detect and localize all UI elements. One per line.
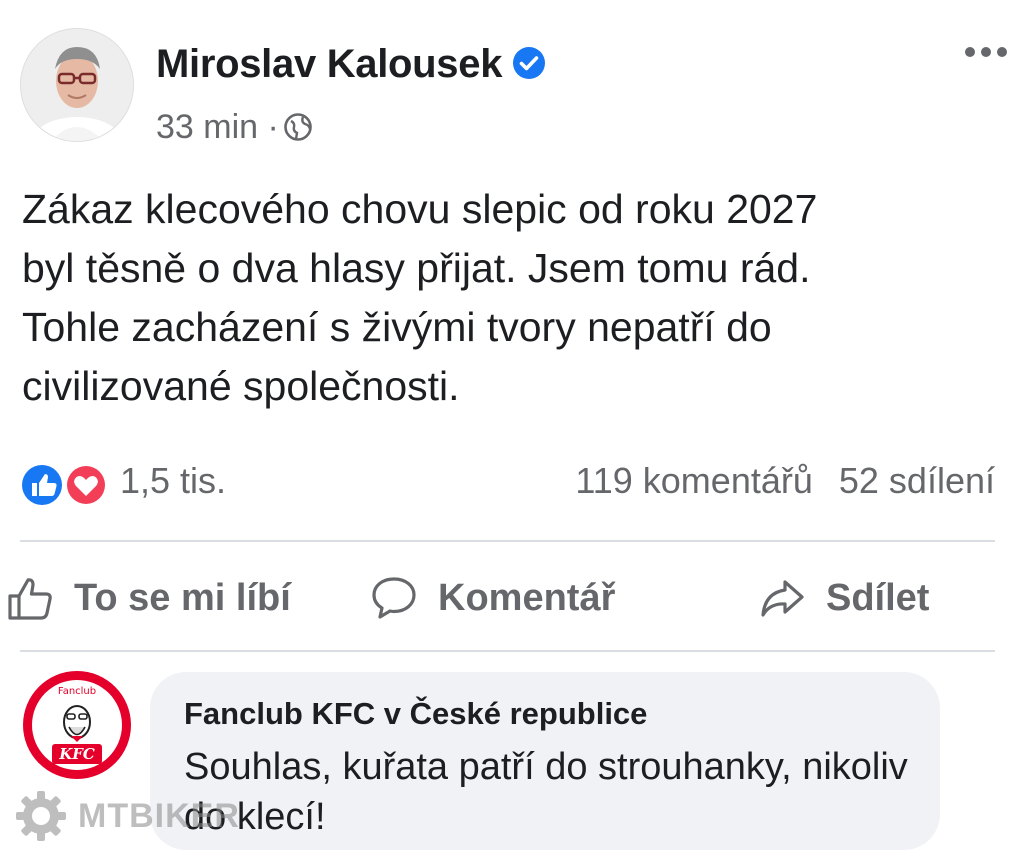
like-button[interactable]: To se mi líbí (6, 570, 291, 626)
share-button[interactable]: Sdílet (758, 570, 929, 626)
author-name-line: Miroslav Kalousek (156, 42, 546, 87)
love-reaction-icon (65, 464, 107, 506)
speech-bubble-icon (372, 577, 416, 619)
author-portrait-icon (21, 29, 133, 141)
meta-separator: · (267, 108, 279, 146)
action-bar: To se mi líbí Komentář Sdílet (0, 560, 1024, 640)
share-label: Sdílet (826, 576, 930, 619)
gear-logo-icon (16, 791, 66, 841)
share-count[interactable]: 52 sdílení (839, 460, 995, 501)
comment-label: Komentář (438, 576, 616, 619)
post-stats: 1,5 tis. 119 komentářů 52 sdílení (20, 456, 995, 512)
globe-icon (284, 113, 312, 141)
reaction-count[interactable]: 1,5 tis. (120, 460, 226, 502)
divider (20, 540, 995, 542)
author-name[interactable]: Miroslav Kalousek (156, 42, 502, 86)
comment-button[interactable]: Komentář (370, 570, 615, 626)
author-avatar[interactable] (20, 28, 134, 142)
watermark: MTBIKER (14, 788, 240, 844)
like-label: To se mi líbí (74, 576, 291, 619)
comment-author[interactable]: Fanclub KFC v České republice (184, 696, 647, 732)
comment-count[interactable]: 119 komentářů (575, 460, 812, 501)
reaction-icons[interactable] (20, 463, 116, 507)
post-meta: 33 min · (156, 108, 313, 147)
share-arrow-icon (761, 580, 804, 617)
post-header: Miroslav Kalousek 33 min · (20, 28, 1010, 148)
like-reaction-icon (22, 465, 62, 505)
watermark-text: MTBIKER (78, 796, 240, 835)
avatar-small-text: Fanclub (58, 686, 96, 697)
comment-text: Souhlas, kuřata patří do strouhanky, nik… (184, 746, 908, 838)
verified-badge-icon (513, 47, 546, 80)
post-text: Zákaz klecového chovu slepic od roku 202… (22, 186, 818, 409)
post-time[interactable]: 33 min (156, 108, 258, 146)
commenter-avatar[interactable]: Fanclub KFC (22, 670, 132, 780)
more-options-icon[interactable] (962, 42, 1010, 62)
kfc-logo-icon: Fanclub KFC (23, 671, 131, 779)
thumbs-up-icon (8, 578, 52, 620)
divider (20, 650, 995, 652)
comment-share-stats: 119 komentářů 52 sdílení (575, 460, 995, 502)
comment-bubble: Fanclub KFC v České republice Souhlas, k… (150, 672, 940, 850)
avatar-brand-text: KFC (58, 745, 95, 763)
